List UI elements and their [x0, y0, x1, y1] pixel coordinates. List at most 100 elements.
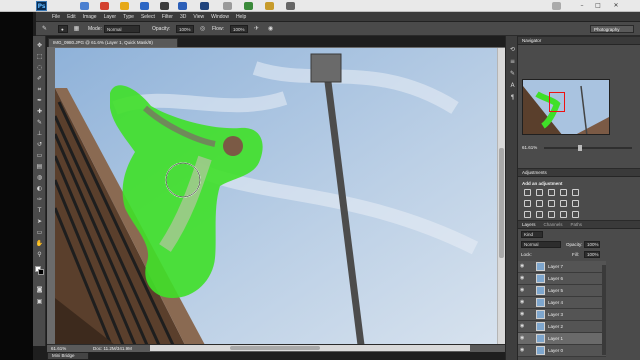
- background-color-swatch[interactable]: [38, 269, 44, 275]
- layer-row[interactable]: ◉ Layer 6: [518, 273, 606, 285]
- posterize-icon[interactable]: [536, 211, 543, 218]
- menu-select[interactable]: Select: [141, 14, 155, 20]
- character-panel-icon[interactable]: A: [508, 82, 517, 90]
- paragraph-panel-icon[interactable]: ¶: [508, 94, 517, 102]
- visibility-eye-icon[interactable]: ◉: [520, 276, 526, 281]
- menu-view[interactable]: View: [193, 14, 204, 20]
- navigator-zoom[interactable]: 61.61%: [522, 145, 537, 150]
- tab-layers[interactable]: Layers: [522, 221, 536, 228]
- gradient-tool-icon[interactable]: ▤: [35, 163, 44, 170]
- mini-bridge-tab[interactable]: Mini Bridge: [47, 352, 89, 360]
- quick-mask-icon[interactable]: ◙: [35, 286, 44, 293]
- visibility-eye-icon[interactable]: ◉: [520, 264, 526, 269]
- crop-tool-icon[interactable]: ⌗: [35, 86, 44, 93]
- black-white-icon[interactable]: [548, 200, 555, 207]
- visibility-eye-icon[interactable]: ◉: [520, 348, 526, 353]
- color-balance-icon[interactable]: [536, 200, 543, 207]
- menu-file[interactable]: File: [52, 14, 60, 20]
- clone-stamp-tool-icon[interactable]: ⊥: [35, 130, 44, 137]
- menu-image[interactable]: Image: [83, 14, 97, 20]
- navigator-zoom-slider[interactable]: [544, 145, 632, 151]
- eyedropper-tool-icon[interactable]: ✒: [35, 97, 44, 104]
- navigator-thumbnail[interactable]: [522, 79, 610, 135]
- layer-row[interactable]: ◉ Layer 3: [518, 309, 606, 321]
- menu-edit[interactable]: Edit: [67, 14, 76, 20]
- visibility-eye-icon[interactable]: ◉: [520, 324, 526, 329]
- zoom-level-icon[interactable]: [120, 2, 129, 10]
- threshold-icon[interactable]: [548, 211, 555, 218]
- visibility-eye-icon[interactable]: ◉: [520, 300, 526, 305]
- menu-type[interactable]: Type: [123, 14, 134, 20]
- shape-tool-icon[interactable]: ▭: [35, 229, 44, 236]
- extra-icon-1[interactable]: [178, 2, 187, 10]
- gradient-map-icon[interactable]: [560, 211, 567, 218]
- tab-paths[interactable]: Paths: [571, 221, 583, 228]
- workspace-switcher[interactable]: Photography: [590, 25, 634, 33]
- invert-icon[interactable]: [524, 211, 531, 218]
- bridge-icon[interactable]: [80, 2, 89, 10]
- visibility-eye-icon[interactable]: ◉: [520, 288, 526, 293]
- dodge-tool-icon[interactable]: ◐: [35, 185, 44, 192]
- eraser-tool-icon[interactable]: ▭: [35, 152, 44, 159]
- type-tool-icon[interactable]: T: [35, 207, 44, 214]
- layer-row[interactable]: ◉ Layer 0: [518, 345, 606, 357]
- menu-filter[interactable]: Filter: [162, 14, 173, 20]
- channel-mixer-icon[interactable]: [572, 200, 579, 207]
- marquee-tool-icon[interactable]: ⬚: [35, 53, 44, 60]
- screen-mode-icon[interactable]: [160, 2, 169, 10]
- flow-field[interactable]: 100%: [230, 25, 248, 33]
- canvas-horizontal-scrollbar[interactable]: [150, 345, 470, 351]
- horizontal-scroll-thumb[interactable]: [230, 346, 320, 350]
- canvas-vertical-scrollbar[interactable]: [497, 48, 505, 345]
- history-panel-icon[interactable]: ⟲: [508, 46, 517, 54]
- blur-tool-icon[interactable]: ◍: [35, 174, 44, 181]
- image-canvas[interactable]: [55, 48, 497, 345]
- menu-layer[interactable]: Layer: [104, 14, 117, 20]
- exposure-icon[interactable]: [560, 189, 567, 196]
- brush-size-picker[interactable]: ●: [58, 25, 68, 33]
- menu-3d[interactable]: 3D: [180, 14, 186, 20]
- extra-icon-2[interactable]: [200, 2, 209, 10]
- photo-filter-icon[interactable]: [560, 200, 567, 207]
- curves-icon[interactable]: [548, 189, 555, 196]
- close-icon[interactable]: ✕: [612, 2, 620, 9]
- layer-row[interactable]: ◉ Layer 2: [518, 321, 606, 333]
- extra-icon-3[interactable]: [223, 2, 232, 10]
- brightness-contrast-icon[interactable]: [524, 189, 531, 196]
- menu-help[interactable]: Help: [236, 14, 246, 20]
- navigator-view-box[interactable]: [549, 92, 565, 112]
- mode-select[interactable]: Normal: [104, 25, 140, 33]
- brush-presets-icon[interactable]: ✎: [508, 70, 517, 78]
- vibrance-icon[interactable]: [572, 189, 579, 196]
- extra-icon-5[interactable]: [265, 2, 274, 10]
- minimize-icon[interactable]: –: [578, 2, 586, 9]
- history-brush-tool-icon[interactable]: ↺: [35, 141, 44, 148]
- pressure-opacity-icon[interactable]: ◎: [198, 25, 207, 32]
- extra-icon-6[interactable]: [286, 2, 295, 10]
- lasso-tool-icon[interactable]: ◌: [35, 64, 44, 71]
- move-tool-icon[interactable]: ✥: [35, 42, 44, 49]
- path-select-tool-icon[interactable]: ➤: [35, 218, 44, 225]
- navigator-title[interactable]: Navigator: [522, 37, 541, 44]
- airbrush-icon[interactable]: ✈: [252, 25, 261, 32]
- maximize-icon[interactable]: □: [594, 2, 602, 9]
- quick-select-tool-icon[interactable]: ✐: [35, 75, 44, 82]
- status-zoom[interactable]: 61.61%: [51, 346, 66, 351]
- brush-tool-icon[interactable]: ✎: [35, 119, 44, 126]
- hand-tool-icon[interactable]: ✋: [35, 240, 44, 247]
- extra-icon-7[interactable]: [552, 2, 561, 10]
- fill-field[interactable]: 100%: [584, 251, 600, 258]
- menu-window[interactable]: Window: [211, 14, 229, 20]
- pressure-size-icon[interactable]: ◉: [266, 25, 275, 32]
- visibility-eye-icon[interactable]: ◉: [520, 336, 526, 341]
- status-doc-size[interactable]: Doc: 11.2M/341.9M: [93, 346, 132, 351]
- hue-saturation-icon[interactable]: [524, 200, 531, 207]
- healing-brush-tool-icon[interactable]: ✚: [35, 108, 44, 115]
- blend-mode-select[interactable]: Normal: [521, 241, 561, 248]
- adjustments-title[interactable]: Adjustments: [522, 169, 547, 176]
- zoom-tool-icon[interactable]: ⚲: [35, 251, 44, 258]
- brush-panel-icon[interactable]: ▦: [72, 25, 81, 32]
- minibridge-icon[interactable]: [100, 2, 109, 10]
- arrange-docs-icon[interactable]: [140, 2, 149, 10]
- selective-color-icon[interactable]: [572, 211, 579, 218]
